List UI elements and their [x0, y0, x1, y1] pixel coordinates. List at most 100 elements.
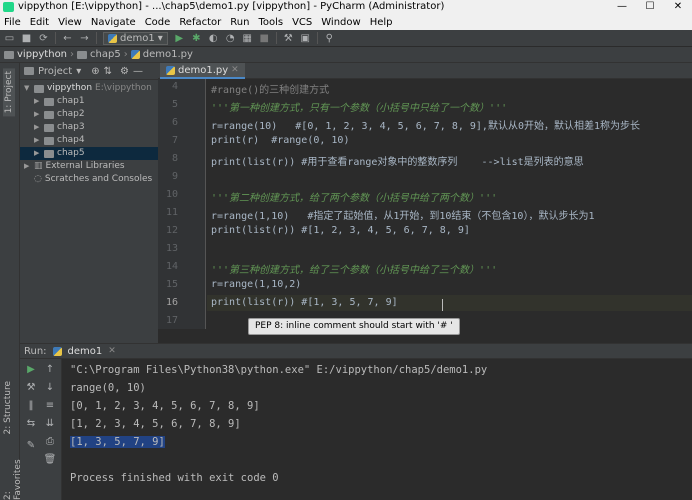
line-number: 12 — [165, 225, 178, 236]
code-line: '''第三种创建方式，给了三个参数（小括号中给了三个数）''' — [211, 265, 498, 276]
coverage-icon[interactable]: ◐ — [208, 33, 219, 44]
tree-folder-chap1[interactable]: ▶ chap1 — [34, 95, 85, 108]
chevron-down-icon: ▾ — [157, 32, 163, 44]
breadcrumb-separator: › — [123, 49, 128, 60]
soft-wrap-icon[interactable]: ≡ — [44, 399, 56, 411]
tree-folder-chap4[interactable]: ▶ chap4 — [34, 134, 85, 147]
restore-layout-icon[interactable]: ⇆ — [25, 417, 37, 429]
menu-navigate[interactable]: Navigate — [91, 17, 136, 28]
folder-label: chap3 — [57, 122, 85, 132]
wrench-icon[interactable]: ⚒ — [25, 381, 37, 393]
collapse-icon[interactable]: ⇅ — [104, 66, 112, 77]
toolbar-divider — [96, 32, 97, 44]
tree-scratches[interactable]: ◌ Scratches and Consoles — [34, 173, 152, 186]
tree-folder-chap3[interactable]: ▶ chap3 — [34, 121, 85, 134]
menu-refactor[interactable]: Refactor — [179, 17, 221, 28]
delete-icon[interactable]: 🗑 — [44, 453, 57, 465]
close-tab-icon[interactable]: ✕ — [108, 346, 116, 356]
menu-help[interactable]: Help — [370, 17, 393, 28]
breadcrumb-folder[interactable]: chap5 — [90, 49, 121, 60]
save-icon[interactable]: ■ — [21, 33, 32, 44]
scroll-up-icon[interactable]: ↑ — [44, 363, 56, 375]
scratches-icon: ◌ — [34, 174, 42, 184]
menu-window[interactable]: Window — [321, 17, 360, 28]
breadcrumb-file[interactable]: demo1.py — [143, 49, 193, 60]
project-icon — [24, 67, 34, 75]
run-config-dropdown[interactable]: demo1 ▾ — [103, 31, 168, 45]
collapse-arrow-icon: ▶ — [34, 110, 40, 118]
scroll-down-icon[interactable]: ↓ — [44, 381, 56, 393]
hide-icon[interactable]: — — [133, 66, 143, 77]
profile-icon[interactable]: ◔ — [225, 33, 236, 44]
debug-icon[interactable]: ✱ — [191, 33, 202, 44]
menu-code[interactable]: Code — [145, 17, 171, 28]
folder-icon — [34, 84, 44, 93]
search-icon[interactable]: ⚲ — [324, 33, 335, 44]
stop-icon[interactable]: ■ — [259, 33, 270, 44]
line-number: 11 — [165, 207, 178, 218]
vtab-structure[interactable]: 2: Structure — [3, 381, 13, 435]
chevron-down-icon[interactable]: ▾ — [76, 66, 81, 77]
code-editor[interactable]: #range()的三种创建方式 '''第一种创建方式，只有一个参数（小括号中只给… — [207, 79, 692, 329]
tree-folder-chap2[interactable]: ▶ chap2 — [34, 108, 85, 121]
breadcrumb-project[interactable]: vippython — [17, 49, 67, 60]
scratches-label: Scratches and Consoles — [44, 174, 153, 184]
tab-demo1[interactable]: demo1.py ✕ — [160, 63, 245, 79]
editor-tab-bar: demo1.py ✕ — [158, 63, 692, 79]
main-toolbar: ▭ ■ ⟳ ← → demo1 ▾ ▶ ✱ ◐ ◔ ▦ ■ ⚒ ▣ ⚲ — [0, 30, 692, 47]
folder-label: chap5 — [57, 148, 85, 158]
folder-icon — [44, 97, 54, 106]
tree-root[interactable]: ▼ vippython E:\vippython — [24, 82, 152, 95]
print-icon[interactable]: ⎙ — [44, 435, 56, 447]
code-line: print(r) #range(0, 10) — [211, 135, 350, 146]
line-number: 14 — [165, 261, 178, 272]
sync-icon[interactable]: ⟳ — [38, 33, 49, 44]
project-view-label[interactable]: Project — [38, 66, 72, 77]
line-number: 17 — [165, 315, 178, 326]
vtab-project[interactable]: 1: Project — [3, 68, 15, 117]
rerun-icon[interactable]: ▶ — [25, 363, 37, 375]
menu-vcs[interactable]: VCS — [292, 17, 312, 28]
code-line: print(list(r)) #用于查看range对象中的整数序列 -->lis… — [211, 157, 584, 168]
text-cursor — [442, 299, 443, 311]
run-label: Run: — [24, 345, 47, 357]
menu-view[interactable]: View — [58, 17, 82, 28]
code-line: #range()的三种创建方式 — [211, 85, 330, 96]
menu-tools[interactable]: Tools — [258, 17, 283, 28]
concurrency-icon[interactable]: ▦ — [242, 33, 253, 44]
close-tab-icon[interactable]: ✕ — [231, 65, 239, 75]
console-line: range(0, 10) — [70, 382, 146, 394]
tree-folder-chap5[interactable]: ▶ chap5 — [20, 147, 158, 160]
run-tab[interactable]: demo1 — [68, 346, 103, 357]
wrench-icon[interactable]: ⚒ — [283, 33, 294, 44]
line-number-current: 16 — [165, 297, 178, 308]
toolbar-divider — [55, 32, 56, 44]
run-toolbar: ▶ ↑ ⚒ ↓ ‖ ≡ ⇆ ⇊ ⎙ ✎ 🗑 — [20, 359, 62, 500]
folder-icon — [44, 136, 54, 145]
menu-run[interactable]: Run — [230, 17, 249, 28]
library-icon: ▥ — [34, 161, 43, 171]
back-arrow-icon[interactable]: ← — [62, 33, 73, 44]
root-path: E:\vippython — [95, 83, 152, 93]
close-button[interactable]: ✕ — [664, 0, 692, 14]
project-structure-icon[interactable]: ▣ — [300, 33, 311, 44]
line-number: 4 — [171, 81, 178, 92]
open-folder-icon[interactable]: ▭ — [4, 33, 15, 44]
pycharm-logo-icon — [3, 2, 14, 12]
pause-icon[interactable]: ‖ — [25, 399, 37, 411]
gear-icon[interactable]: ⚙ — [120, 66, 129, 77]
locate-icon[interactable]: ⊕ — [91, 66, 99, 77]
line-number: 10 — [165, 189, 178, 200]
pin-icon[interactable]: ✎ — [25, 439, 37, 451]
menu-edit[interactable]: Edit — [30, 17, 49, 28]
minimize-button[interactable]: — — [608, 0, 636, 14]
menu-file[interactable]: File — [4, 17, 21, 28]
root-name: vippython — [47, 83, 93, 93]
forward-arrow-icon[interactable]: → — [79, 33, 90, 44]
scroll-to-end-icon[interactable]: ⇊ — [44, 417, 56, 429]
maximize-button[interactable]: ☐ — [636, 0, 664, 14]
tree-external-libraries[interactable]: ▶ ▥ External Libraries — [24, 160, 125, 173]
run-icon[interactable]: ▶ — [174, 33, 185, 44]
console-output[interactable]: "C:\Program Files\Python38\python.exe" E… — [62, 359, 692, 500]
console-line: "C:\Program Files\Python38\python.exe" E… — [70, 364, 488, 376]
